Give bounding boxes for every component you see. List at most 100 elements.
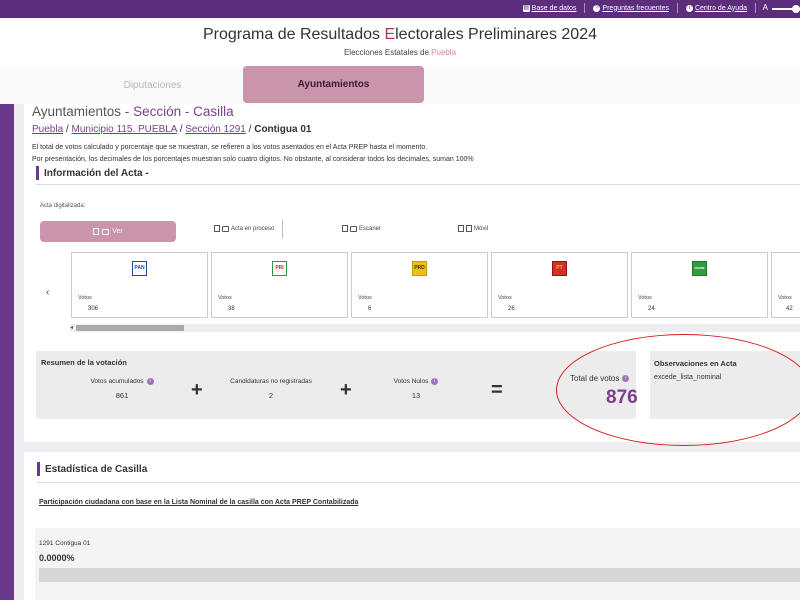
casilla-name: 1291 Contigua 01 <box>39 540 91 547</box>
votes-value: 24 <box>648 306 655 312</box>
font-size-label: A <box>762 3 768 12</box>
party-card-pt: PT Votos 26 <box>491 252 628 318</box>
divider <box>755 3 756 13</box>
faq-link[interactable]: ? Preguntas frecuentes <box>593 4 669 12</box>
info-note: El total de votos calculado y porcentaje… <box>32 144 428 151</box>
candidaturas-no-registradas: Candidaturas no registradas 2 <box>216 378 326 400</box>
acta-card: Ayuntamientos - Sección - Casilla Puebla… <box>24 104 800 442</box>
divider <box>37 482 800 483</box>
print-icon <box>222 225 229 232</box>
party-logo-verde: VERDE <box>692 261 707 276</box>
vote-summary: Resumen de la votación Votos acumulados i… <box>36 351 636 419</box>
section-accent-bar <box>37 462 40 476</box>
party-card-next: Votos 42 <box>771 252 800 318</box>
votes-label: Votos <box>218 295 232 301</box>
votes-label: Votos <box>358 295 372 301</box>
party-card-pri: PRI Votos 38 <box>211 252 348 318</box>
breadcrumb-municipio[interactable]: Municipio 115. PUEBLA <box>71 124 176 135</box>
estadistica-card: Estadística de Casilla Participación ciu… <box>24 452 800 600</box>
info-icon[interactable]: i <box>146 378 154 385</box>
font-size-slider-knob[interactable] <box>792 5 800 13</box>
app-subtitle: Elecciones Estatales de Puebla <box>343 48 457 57</box>
party-card-verde: VERDE Votos 24 <box>631 252 768 318</box>
party-logo-prd: PRD <box>412 261 427 276</box>
votes-label: Votos <box>638 295 652 301</box>
estadistica-section-header: Estadística de Casilla <box>37 462 147 476</box>
breadcrumb-puebla[interactable]: Puebla <box>32 124 63 135</box>
mobile-icon <box>466 225 472 232</box>
votos-nulos: Votos Nulos i 13 <box>376 378 456 400</box>
total-votos-label: Total de votos i <box>570 374 630 383</box>
info-icon[interactable]: i <box>431 378 439 385</box>
votes-value: 38 <box>228 306 235 312</box>
info-note: Por presentación, los decimales de los p… <box>32 156 474 163</box>
election-tabs: Diputaciones Ayuntamientos <box>0 66 800 104</box>
party-logo-pri: PRI <box>272 261 287 276</box>
tab-ayuntamientos[interactable]: Ayuntamientos <box>243 66 424 103</box>
info-icon: i <box>685 4 693 12</box>
view-acta-button[interactable]: Ver <box>40 221 176 242</box>
acta-en-proceso-option[interactable]: Acta en proceso <box>214 225 274 232</box>
observaciones-title: Observaciones en Acta <box>654 359 737 368</box>
top-utility-bar: ▤ Base de datos ? Preguntas frecuentes i Ce… <box>0 0 800 18</box>
votos-acumulados: Votos acumulados i 861 <box>66 378 178 400</box>
print-icon <box>102 228 110 235</box>
observaciones-panel: Observaciones en Acta excede_lista_nomin… <box>650 351 800 419</box>
carousel-scrollbar[interactable]: ◂ <box>70 324 800 332</box>
movil-option[interactable]: Móvil <box>458 225 488 232</box>
acta-section-title: Información del Acta - <box>44 167 149 179</box>
breadcrumb-seccion[interactable]: Sección 1291 <box>185 124 246 135</box>
participacion-label: Participación ciudadana con base en la L… <box>39 499 359 506</box>
divider <box>36 184 800 185</box>
votes-value: 306 <box>88 306 99 312</box>
votes-value: 42 <box>786 306 793 312</box>
database-icon: ▤ <box>522 4 530 12</box>
party-card-pan: PAN Votos 306 <box>71 252 208 318</box>
info-icon[interactable]: i <box>622 375 630 382</box>
acta-section-header: Información del Acta - <box>36 166 149 180</box>
escaner-option[interactable]: Escáner <box>342 225 381 232</box>
breadcrumb: Puebla / Municipio 115. PUEBLA / Sección… <box>32 124 312 135</box>
votos-nulos-value: 13 <box>411 391 421 400</box>
help-center-link[interactable]: i Centro de Ayuda <box>685 4 747 12</box>
party-card-prd: PRD Votos 6 <box>351 252 488 318</box>
left-side-bar <box>0 104 14 600</box>
equals-sign: = <box>491 379 503 401</box>
votos-acumulados-value: 861 <box>115 391 129 400</box>
app-title: Programa de Resultados Electorales Preli… <box>203 26 597 43</box>
question-icon: ? <box>593 4 601 12</box>
participation-progress-bar <box>39 568 800 582</box>
utility-links: ▤ Base de datos ? Preguntas frecuentes i Ce… <box>522 3 756 13</box>
breadcrumb-current: Contigua 01 <box>254 124 312 135</box>
summary-title: Resumen de la votación <box>41 358 127 367</box>
document-icon <box>342 225 348 232</box>
page-header: Programa de Resultados Electorales Preli… <box>0 18 800 66</box>
scroll-left-icon[interactable]: ◂ <box>70 324 73 331</box>
carousel-prev-button[interactable]: ‹ <box>46 287 49 298</box>
database-link[interactable]: ▤ Base de datos <box>522 4 576 12</box>
document-icon <box>214 225 220 232</box>
total-votos-value: 876 <box>606 387 638 408</box>
divider <box>584 3 586 13</box>
party-logo-pt: PT <box>552 261 567 276</box>
divider <box>282 220 283 238</box>
participation-percent: 0.0000% <box>39 553 75 563</box>
plus-sign: + <box>340 379 352 401</box>
document-icon <box>458 225 464 232</box>
scrollbar-thumb[interactable] <box>76 325 184 331</box>
divider <box>676 3 678 13</box>
page-title: Ayuntamientos - Sección - Casilla <box>32 104 234 119</box>
votes-label: Votos <box>78 295 92 301</box>
observaciones-value: excede_lista_nominal <box>654 374 722 381</box>
acta-digitalizada-label: Acta digitalizada: <box>40 203 86 209</box>
estadistica-title: Estadística de Casilla <box>45 463 148 475</box>
print-icon <box>350 225 357 232</box>
votes-value: 26 <box>508 306 515 312</box>
section-accent-bar <box>36 166 39 180</box>
tab-diputaciones[interactable]: Diputaciones <box>60 66 245 104</box>
votes-value: 6 <box>368 306 372 312</box>
document-icon <box>93 228 100 235</box>
party-logo-pan: PAN <box>132 261 147 276</box>
casilla-participation-row: 1291 Contigua 01 0.0000% <box>35 528 800 600</box>
votes-label: Votos <box>498 295 512 301</box>
